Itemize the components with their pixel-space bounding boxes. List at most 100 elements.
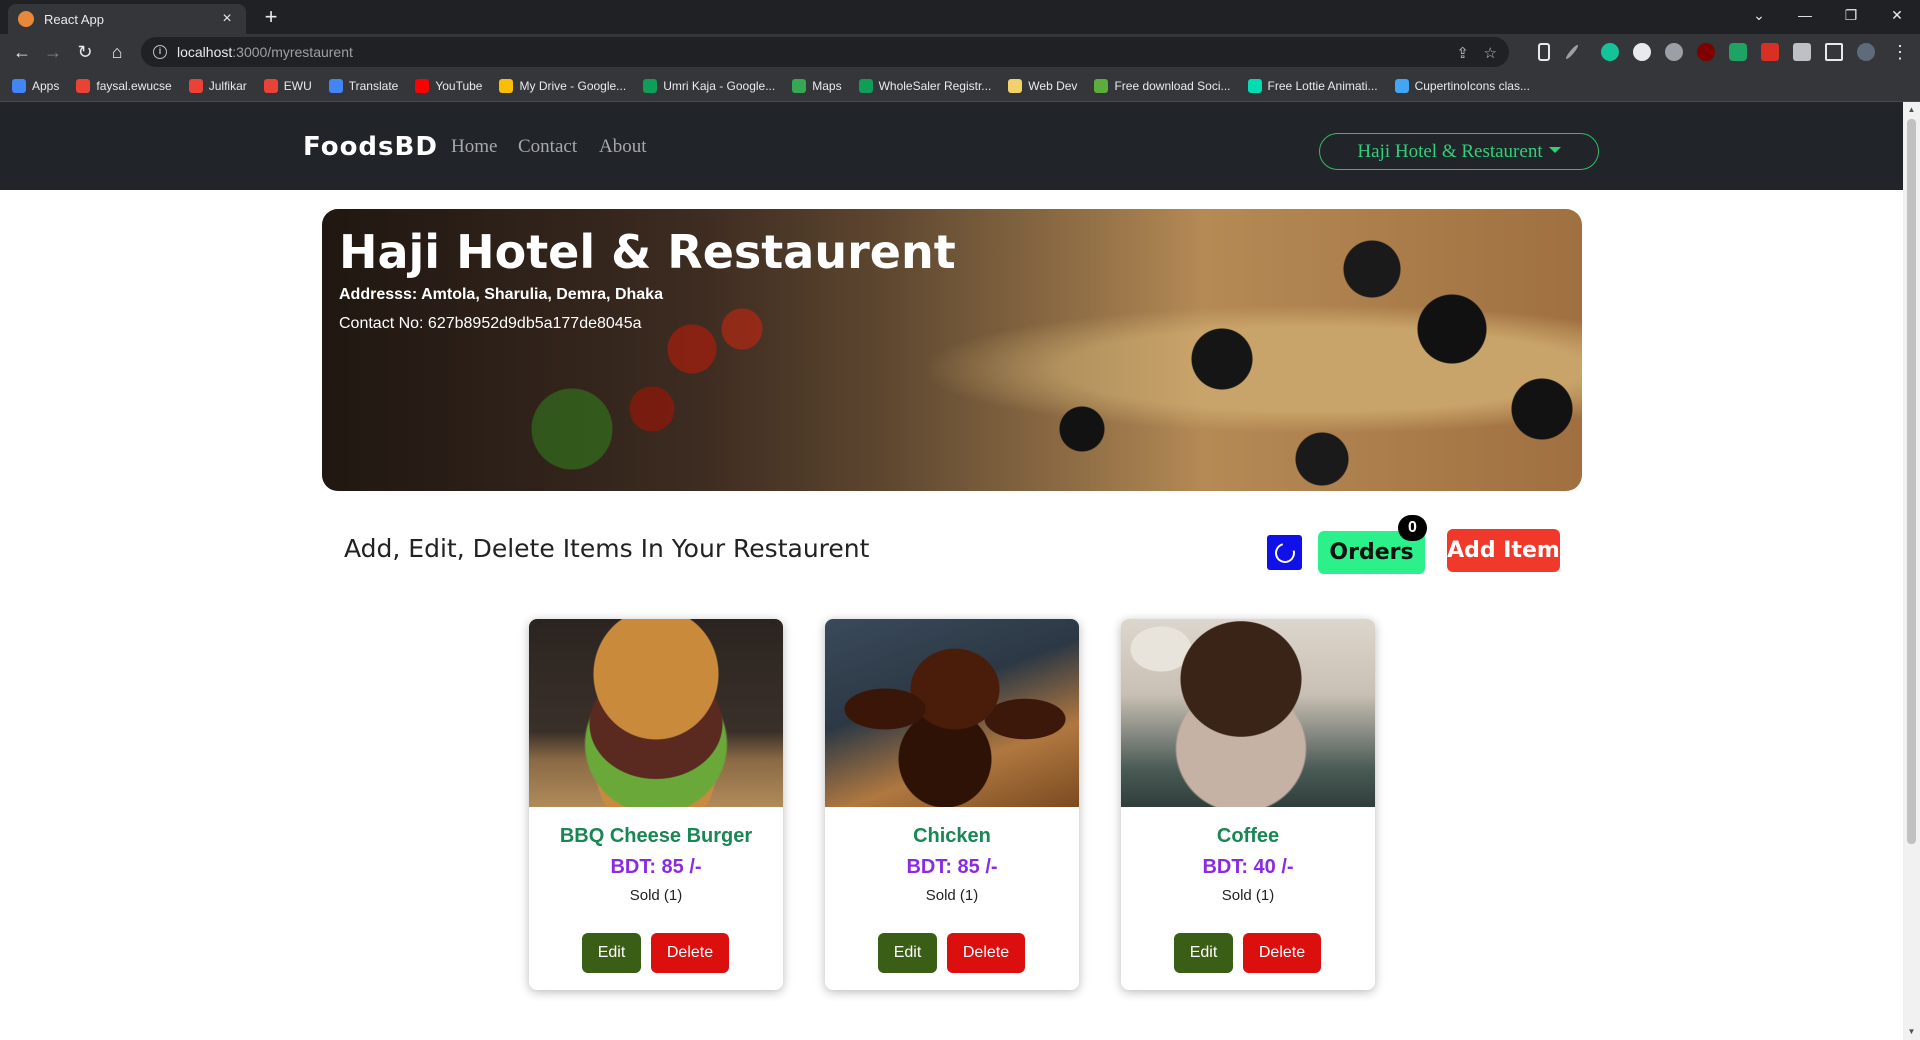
bookmark-label: Umri Kaja - Google... [663,78,776,93]
item-sold-count: Sold (1) [1221,887,1275,904]
folder-icon [1008,78,1023,93]
youtube-icon [415,78,430,93]
profile-avatar[interactable] [1857,43,1875,61]
bookmark-item[interactable]: My Drive - Google... [499,78,627,93]
browser-toolbar: ← → ↻ ⌂ i localhost:3000/myrestaurent ⇪ … [0,34,1920,70]
bookmark-item[interactable]: Free Lottie Animati... [1247,78,1378,93]
restore-button[interactable]: ❐ [1828,0,1874,30]
edit-button[interactable]: Edit [1174,933,1233,973]
close-tab-icon[interactable]: × [218,10,236,28]
back-arrow-icon[interactable]: ← [9,40,35,64]
gmail-icon [188,78,203,93]
delete-button[interactable]: Delete [1243,933,1321,973]
site-navbar: FoodsBD Home Contact About Haji Hotel & … [0,102,1903,190]
cloud-extension-icon[interactable] [1665,43,1683,61]
bookmark-label: YouTube [435,78,483,93]
gmail-icon [263,78,278,93]
item-sold-count: Sold (1) [629,887,683,904]
bookmark-star-icon[interactable]: ☆ [1484,44,1497,62]
nav-link-home[interactable]: Home [451,136,497,158]
browser-menu-icon[interactable]: ⋮ [1887,40,1913,64]
react-favicon-icon [18,11,34,27]
bookmark-label: Apps [32,78,60,93]
bookmark-label: EWU [283,78,312,93]
site-info-icon[interactable]: i [153,45,167,59]
site-brand[interactable]: FoodsBD [303,132,438,162]
restaurant-banner: Haji Hotel & Restaurent Addresss: Amtola… [322,209,1582,491]
nav-link-contact[interactable]: Contact [518,136,577,158]
bookmark-item[interactable]: Free download Soci... [1094,78,1231,93]
bookmark-item[interactable]: YouTube [415,78,483,93]
close-window-button[interactable]: ✕ [1874,0,1920,30]
flutter-icon [1394,78,1409,93]
pen-extension-icon[interactable] [1564,43,1580,61]
scroll-up-icon[interactable]: ▲ [1907,105,1916,115]
forward-arrow-icon[interactable]: → [40,40,66,64]
address-bar[interactable]: i localhost:3000/myrestaurent ⇪ ☆ [141,37,1509,67]
tab-search-icon[interactable]: ⌄ [1736,0,1782,30]
browser-tab-strip: React App × + ⌄ — ❐ ✕ [0,0,1920,34]
device-icon[interactable] [1538,43,1550,61]
translate-icon [328,78,343,93]
item-price: BDT: 85 /- [610,856,702,878]
scroll-down-icon[interactable]: ▼ [1907,1027,1916,1037]
extensions-puzzle-icon[interactable] [1793,43,1811,61]
bookmark-label: Free download Soci... [1114,78,1231,93]
page-scrollbar[interactable]: ▲ ▼ [1903,102,1920,1040]
add-item-button[interactable]: Add Item [1447,529,1560,572]
sheets-icon [858,78,873,93]
delete-button[interactable]: Delete [947,933,1025,973]
item-name: Chicken [913,825,991,847]
bookmark-item[interactable]: WholeSaler Registr... [858,78,992,93]
browser-tab[interactable]: React App × [8,4,246,34]
item-name: BBQ Cheese Burger [559,825,753,847]
refresh-icon [1270,538,1299,567]
side-panel-icon[interactable] [1825,43,1843,61]
clock-extension-icon[interactable] [1633,43,1651,61]
bookmark-item[interactable]: Julfikar [188,78,247,93]
item-card: Chicken BDT: 85 /- Sold (1) Edit Delete [825,619,1079,990]
item-image [825,619,1079,807]
minimize-button[interactable]: — [1782,0,1828,30]
grammarly-icon[interactable] [1601,43,1619,61]
bookmark-label: CupertinoIcons clas... [1414,78,1530,93]
bookmark-item[interactable]: Web Dev [1008,78,1077,93]
refresh-button[interactable] [1267,535,1302,570]
scrollbar-thumb[interactable] [1907,119,1916,844]
restaurant-address: Addresss: Amtola, Sharulia, Demra, Dhaka [339,286,663,303]
new-tab-button[interactable]: + [258,4,284,30]
bookmark-label: Maps [812,78,842,93]
item-image [1121,619,1375,807]
ublock-icon[interactable] [1697,43,1715,61]
bookmark-label: My Drive - Google... [519,78,627,93]
item-image [529,619,783,807]
bookmark-item[interactable]: CupertinoIcons clas... [1394,78,1530,93]
tab-title: React App [44,11,104,27]
restaurant-title: Haji Hotel & Restaurent [339,225,956,279]
bookmark-item[interactable]: Maps [792,78,842,93]
share-icon[interactable]: ⇪ [1456,44,1469,62]
bookmark-label: Translate [348,78,399,93]
bookmark-item[interactable]: faysal.ewucse [76,78,172,93]
bookmark-item[interactable]: Apps [12,78,60,93]
home-icon[interactable]: ⌂ [104,40,130,64]
nav-link-about[interactable]: About [599,136,647,158]
edit-button[interactable]: Edit [582,933,641,973]
shield-extension-icon[interactable] [1729,43,1747,61]
calendar-extension-icon[interactable] [1761,43,1779,61]
restaurant-dropdown[interactable]: Haji Hotel & Restaurent [1319,133,1599,170]
leaf-icon [1094,78,1109,93]
url-host: localhost [177,44,233,60]
bookmarks-bar: Apps faysal.ewucse Julfikar EWU Translate You… [0,70,1920,102]
bookmark-item[interactable]: Umri Kaja - Google... [643,78,776,93]
url-path: :3000/myrestaurent [232,44,353,60]
orders-count-badge: 0 [1398,515,1427,541]
reload-icon[interactable]: ↻ [72,40,98,64]
restaurant-dropdown-label: Haji Hotel & Restaurent [1357,140,1543,162]
bookmark-item[interactable]: Translate [328,78,399,93]
item-price: BDT: 85 /- [906,856,998,878]
bookmark-item[interactable]: EWU [263,78,312,93]
bookmark-label: WholeSaler Registr... [878,78,992,93]
edit-button[interactable]: Edit [878,933,937,973]
delete-button[interactable]: Delete [651,933,729,973]
